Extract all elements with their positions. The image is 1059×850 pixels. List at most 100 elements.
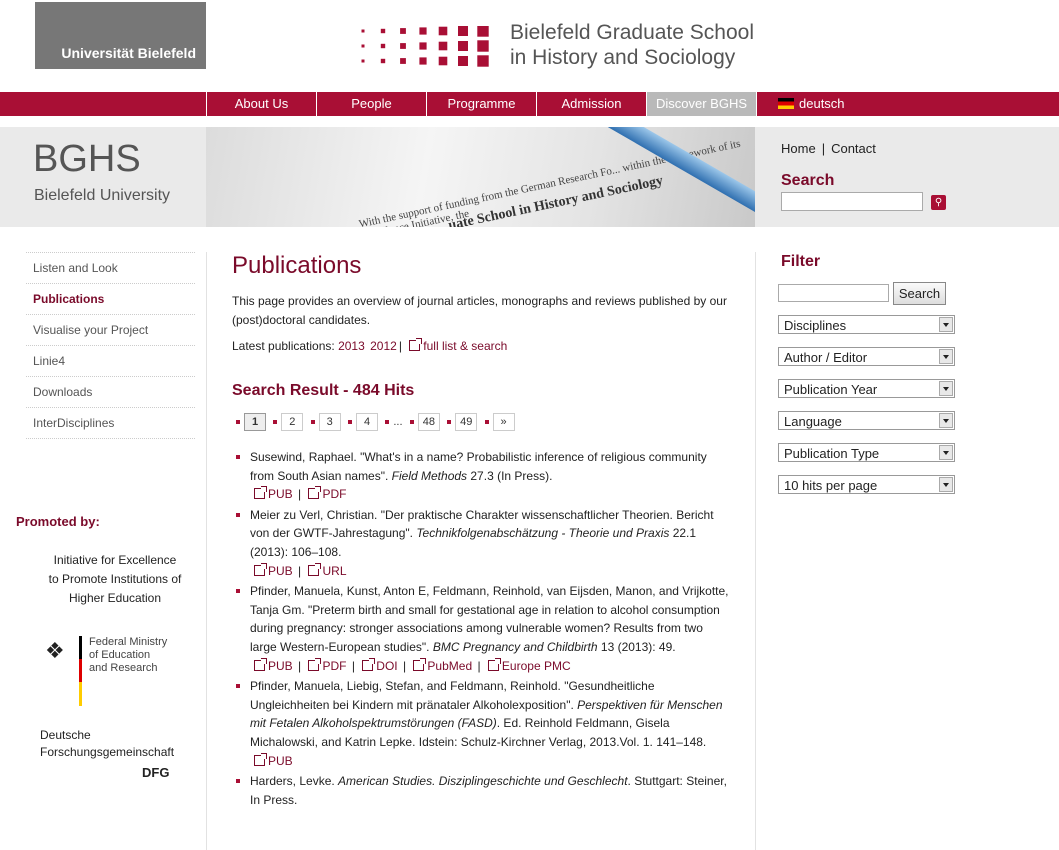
europe-pmc-link[interactable]: Europe PMC xyxy=(502,659,571,673)
logo-dot xyxy=(400,58,406,64)
page-2[interactable]: 2 xyxy=(281,413,304,431)
external-link-icon xyxy=(409,338,423,351)
pub-link[interactable]: PUB xyxy=(268,564,293,578)
bmbf-logo[interactable]: ❖ Federal Ministry of Education and Rese… xyxy=(45,636,195,708)
language-label: deutsch xyxy=(799,96,845,111)
publication-journal: Field Methods xyxy=(391,468,468,483)
main-divider xyxy=(755,252,756,850)
banner-title: BGHS xyxy=(33,138,141,180)
logo-dot xyxy=(458,56,468,66)
logo-dot xyxy=(477,40,489,52)
nav-divider xyxy=(756,92,757,116)
search-input[interactable] xyxy=(781,192,923,211)
top-links-separator: | xyxy=(821,141,826,156)
hits-per-page-select[interactable]: 10 hits per page xyxy=(778,475,955,494)
bmbf-line-1: Federal Ministry xyxy=(89,636,168,648)
sidebar-item-linie4[interactable]: Linie4 xyxy=(26,346,195,377)
logo-dot xyxy=(380,28,386,34)
dfg-name[interactable]: Deutsche Forschungsgemeinschaft xyxy=(40,727,174,761)
sidebar-divider xyxy=(206,252,207,850)
select-value: Disciplines xyxy=(784,318,847,333)
main-nav: About Us People Programme Admission Disc… xyxy=(0,92,1059,116)
latest-separator: | xyxy=(398,339,402,353)
doi-link[interactable]: DOI xyxy=(376,659,397,673)
filter-heading: Filter xyxy=(781,253,821,270)
nav-admission[interactable]: Admission xyxy=(536,92,646,116)
latest-2013-link[interactable]: 2013 xyxy=(338,339,365,353)
page-4[interactable]: 4 xyxy=(356,413,379,431)
dfg-logo[interactable]: DFG xyxy=(142,765,169,780)
logo-dot xyxy=(438,56,448,66)
pub-link[interactable]: PUB xyxy=(268,659,293,673)
pdf-link[interactable]: PDF xyxy=(322,487,346,501)
sidebar-item-visualise-your-project[interactable]: Visualise your Project xyxy=(26,315,195,346)
page-1[interactable]: 1 xyxy=(244,413,266,431)
logo-dot xyxy=(477,55,489,67)
intro-text: This page provides an overview of journa… xyxy=(232,294,727,327)
logo-dot xyxy=(419,42,427,50)
page-49[interactable]: 49 xyxy=(455,413,478,431)
logo-dot xyxy=(438,41,448,51)
list-item: Harders, Levke. American Studies. Diszip… xyxy=(236,772,731,809)
pubmed-link[interactable]: PubMed xyxy=(427,659,472,673)
pub-link[interactable]: PUB xyxy=(268,754,293,768)
chevron-down-icon xyxy=(939,381,953,396)
school-title[interactable]: Bielefeld Graduate School in History and… xyxy=(510,20,754,70)
publication-year-select[interactable]: Publication Year xyxy=(778,379,955,398)
page-3[interactable]: 3 xyxy=(318,413,341,431)
language-select[interactable]: Language xyxy=(778,411,955,430)
publication-type-select[interactable]: Publication Type xyxy=(778,443,955,462)
sidebar-item-interdisciplines[interactable]: InterDisciplines xyxy=(26,408,195,439)
promoted-by-heading: Promoted by: xyxy=(16,514,100,529)
chevron-down-icon xyxy=(939,445,953,460)
sidebar-item-listen-and-look[interactable]: Listen and Look xyxy=(26,253,195,284)
nav-programme[interactable]: Programme xyxy=(426,92,536,116)
banner-image-text-1: With the support of funding from the Ger… xyxy=(357,137,742,227)
url-link[interactable]: URL xyxy=(322,564,346,578)
pdf-link[interactable]: PDF xyxy=(322,659,346,673)
latest-publications: Latest publications: 2013 2012 | full lis… xyxy=(232,338,509,353)
filter-search-input[interactable] xyxy=(778,284,889,302)
page-title: Publications xyxy=(232,252,362,279)
university-logo-text: Universität Bielefeld xyxy=(61,45,196,61)
contact-link[interactable]: Contact xyxy=(831,141,876,156)
author-editor-select[interactable]: Author / Editor xyxy=(778,347,955,366)
external-link-icon xyxy=(254,486,267,500)
pub-link[interactable]: PUB xyxy=(268,487,293,501)
bmbf-text: Federal Ministry of Education and Resear… xyxy=(89,636,167,675)
external-link-icon xyxy=(308,486,322,500)
disciplines-select[interactable]: Disciplines xyxy=(778,315,955,334)
page-48[interactable]: 48 xyxy=(417,413,440,431)
external-link-icon xyxy=(413,657,427,671)
chevron-down-icon xyxy=(939,413,953,428)
initiative-line-1: Initiative for Excellence xyxy=(53,553,177,567)
excellence-initiative-link[interactable]: Initiative for Excellence to Promote Ins… xyxy=(35,551,195,608)
school-title-line-1: Bielefeld Graduate School xyxy=(510,21,754,44)
list-item: Pfinder, Manuela, Liebig, Stefan, and Fe… xyxy=(236,677,731,770)
publication-details: 13 (2013): 49. xyxy=(597,639,676,654)
full-list-link[interactable]: full list & search xyxy=(423,339,507,353)
banner-subtitle: Bielefeld University xyxy=(34,187,171,204)
pagination: 1 2 3 4 ... 48 49 » xyxy=(232,413,515,433)
nav-people[interactable]: People xyxy=(316,92,426,116)
sidebar-item-publications[interactable]: Publications xyxy=(26,284,195,315)
initiative-line-2: to Promote Institutions of xyxy=(48,572,182,586)
filter-search-button[interactable]: Search xyxy=(893,282,946,305)
sidebar-item-downloads[interactable]: Downloads xyxy=(26,377,195,408)
nav-about-us[interactable]: About Us xyxy=(206,92,316,116)
home-link[interactable]: Home xyxy=(781,141,816,156)
language-switch[interactable]: deutsch xyxy=(778,92,845,116)
list-item: Susewind, Raphael. "What's in a name? Pr… xyxy=(236,448,731,504)
publication-journal: BMC Pregnancy and Childbirth xyxy=(432,639,598,654)
publication-citation: Harders, Levke. xyxy=(250,774,339,789)
bmbf-line-3: and Research xyxy=(89,662,158,674)
logo-dot xyxy=(458,41,468,51)
page-next[interactable]: » xyxy=(492,413,515,431)
latest-2012-link[interactable]: 2012 xyxy=(370,339,397,353)
publication-links: PUB | PDF xyxy=(250,485,731,504)
university-logo[interactable]: Universität Bielefeld xyxy=(35,2,206,69)
search-button[interactable]: ⚲ xyxy=(931,195,946,210)
nav-discover-bghs[interactable]: Discover BGHS xyxy=(646,92,756,116)
publication-links: PUB | PDF | DOI | PubMed | Europe PMC xyxy=(250,657,731,676)
select-value: 10 hits per page xyxy=(784,478,878,493)
